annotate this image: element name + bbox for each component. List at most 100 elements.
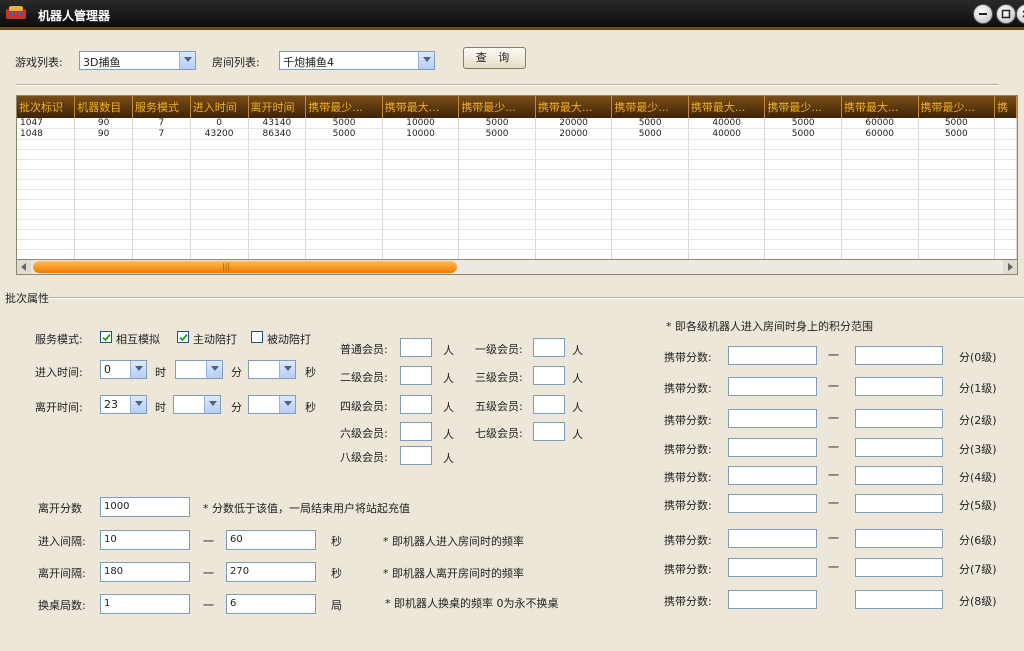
- minimize-button[interactable]: [973, 4, 993, 24]
- table-row[interactable]: [17, 169, 1017, 180]
- member-count-input[interactable]: [400, 366, 432, 385]
- column-header[interactable]: 批次标识: [17, 96, 76, 118]
- member-count-input[interactable]: [400, 422, 432, 441]
- member-count-input[interactable]: [533, 338, 565, 357]
- table-row[interactable]: [17, 189, 1017, 200]
- enter-interval-min-input[interactable]: 10: [100, 530, 190, 550]
- mode-checkbox[interactable]: [100, 331, 112, 343]
- mode-checkbox[interactable]: [177, 331, 189, 343]
- table-cell: 5000: [764, 118, 842, 129]
- score-min-input[interactable]: [728, 377, 817, 396]
- column-header[interactable]: 服务模式: [132, 96, 191, 118]
- column-header[interactable]: 携带最大...: [841, 96, 919, 118]
- table-cell: [764, 249, 842, 260]
- scroll-right-button[interactable]: [1003, 260, 1017, 274]
- table-row[interactable]: [17, 229, 1017, 240]
- table-cell: [305, 199, 383, 210]
- score-min-input[interactable]: [728, 466, 817, 485]
- score-max-input[interactable]: [855, 494, 943, 513]
- enter-second-select[interactable]: [248, 360, 296, 379]
- scroll-left-button[interactable]: [17, 260, 31, 274]
- score-level-label: 分(4级): [959, 471, 997, 484]
- table-cell: [382, 169, 460, 180]
- grid-horizontal-scrollbar[interactable]: |||: [16, 259, 1018, 275]
- score-min-input[interactable]: [728, 590, 817, 609]
- table-cell: [535, 199, 613, 210]
- member-count-input[interactable]: [400, 395, 432, 414]
- score-min-input[interactable]: [728, 346, 817, 365]
- table-row[interactable]: [17, 149, 1017, 160]
- maximize-button[interactable]: [996, 4, 1016, 24]
- score-min-input[interactable]: [728, 409, 817, 428]
- game-select[interactable]: 3D捕鱼: [79, 51, 196, 70]
- swap-max-input[interactable]: 6: [226, 594, 316, 614]
- member-count-input[interactable]: [400, 446, 432, 465]
- table-row[interactable]: [17, 139, 1017, 150]
- carry-score-label: 携带分数:: [664, 595, 712, 608]
- column-header[interactable]: 携带最大...: [382, 96, 460, 118]
- table-row[interactable]: 1048 90 7 43200 86340 5000 10000 5000 20000 5000 4…: [17, 128, 1017, 140]
- score-min-input[interactable]: [728, 494, 817, 513]
- member-count-input[interactable]: [533, 395, 565, 414]
- table-cell: [841, 229, 919, 240]
- mode-checkbox[interactable]: [251, 331, 263, 343]
- table-row[interactable]: [17, 209, 1017, 220]
- table-row[interactable]: [17, 249, 1017, 260]
- column-header[interactable]: 离开时间: [248, 96, 307, 118]
- column-header[interactable]: 机器数目: [74, 96, 133, 118]
- mode-label: 被动陪打: [267, 333, 311, 346]
- score-max-input[interactable]: [855, 409, 943, 428]
- scroll-thumb[interactable]: [33, 261, 457, 273]
- table-row[interactable]: [17, 179, 1017, 190]
- column-header[interactable]: 携带最大...: [535, 96, 613, 118]
- table-cell: [248, 209, 307, 220]
- table-cell: [305, 189, 383, 200]
- enter-minute-select[interactable]: [175, 360, 223, 379]
- table-row[interactable]: 1047 90 7 0 43140 5000 10000 5000 20000 5000 40000…: [17, 118, 1017, 129]
- leave-interval-note: * 即机器人离开房间时的频率: [383, 567, 524, 580]
- table-row[interactable]: [17, 159, 1017, 170]
- table-row[interactable]: [17, 219, 1017, 230]
- room-list-label: 房间列表:: [212, 56, 260, 69]
- enter-interval-max-input[interactable]: 60: [226, 530, 316, 550]
- room-select[interactable]: 千炮捕鱼4: [279, 51, 435, 70]
- score-max-input[interactable]: [855, 438, 943, 457]
- score-max-input[interactable]: [855, 346, 943, 365]
- query-button[interactable]: 查 询: [463, 47, 526, 69]
- column-header[interactable]: 携带最少...: [611, 96, 689, 118]
- score-max-input[interactable]: [855, 558, 943, 577]
- table-row[interactable]: [17, 199, 1017, 210]
- score-max-input[interactable]: [855, 529, 943, 548]
- column-header[interactable]: 携带最少...: [764, 96, 842, 118]
- swap-min-input[interactable]: 1: [100, 594, 190, 614]
- table-row[interactable]: [17, 239, 1017, 250]
- leave-interval-max-input[interactable]: 270: [226, 562, 316, 582]
- column-header[interactable]: 携带最少...: [305, 96, 383, 118]
- chevron-down-icon: [211, 366, 219, 371]
- batch-grid[interactable]: 批次标识 机器数目 服务模式 进入时间 离开时间 携带最少... 携带最大... 携带最少..…: [16, 95, 1018, 275]
- leave-minute-select[interactable]: [173, 395, 221, 414]
- score-min-input[interactable]: [728, 529, 817, 548]
- score-min-input[interactable]: [728, 438, 817, 457]
- member-count-input[interactable]: [533, 422, 565, 441]
- range-dash: 一: [203, 567, 214, 580]
- leave-score-input[interactable]: 1000: [100, 497, 190, 517]
- table-cell: [535, 239, 613, 250]
- member-count-input[interactable]: [400, 338, 432, 357]
- score-min-input[interactable]: [728, 558, 817, 577]
- column-header[interactable]: 携带最少...: [918, 96, 996, 118]
- enter-hour-select[interactable]: 0: [100, 360, 147, 379]
- score-max-input[interactable]: [855, 377, 943, 396]
- score-max-input[interactable]: [855, 590, 943, 609]
- close-button[interactable]: [1016, 4, 1024, 24]
- member-count-input[interactable]: [533, 366, 565, 385]
- column-header[interactable]: 携带最少...: [458, 96, 536, 118]
- table-cell: [994, 118, 1017, 129]
- leave-second-select[interactable]: [248, 395, 296, 414]
- leave-interval-min-input[interactable]: 180: [100, 562, 190, 582]
- score-max-input[interactable]: [855, 466, 943, 485]
- column-header[interactable]: 进入时间: [190, 96, 249, 118]
- column-header[interactable]: 携带最大...: [688, 96, 766, 118]
- column-header[interactable]: 携: [994, 96, 1017, 118]
- leave-hour-select[interactable]: 23: [100, 395, 147, 414]
